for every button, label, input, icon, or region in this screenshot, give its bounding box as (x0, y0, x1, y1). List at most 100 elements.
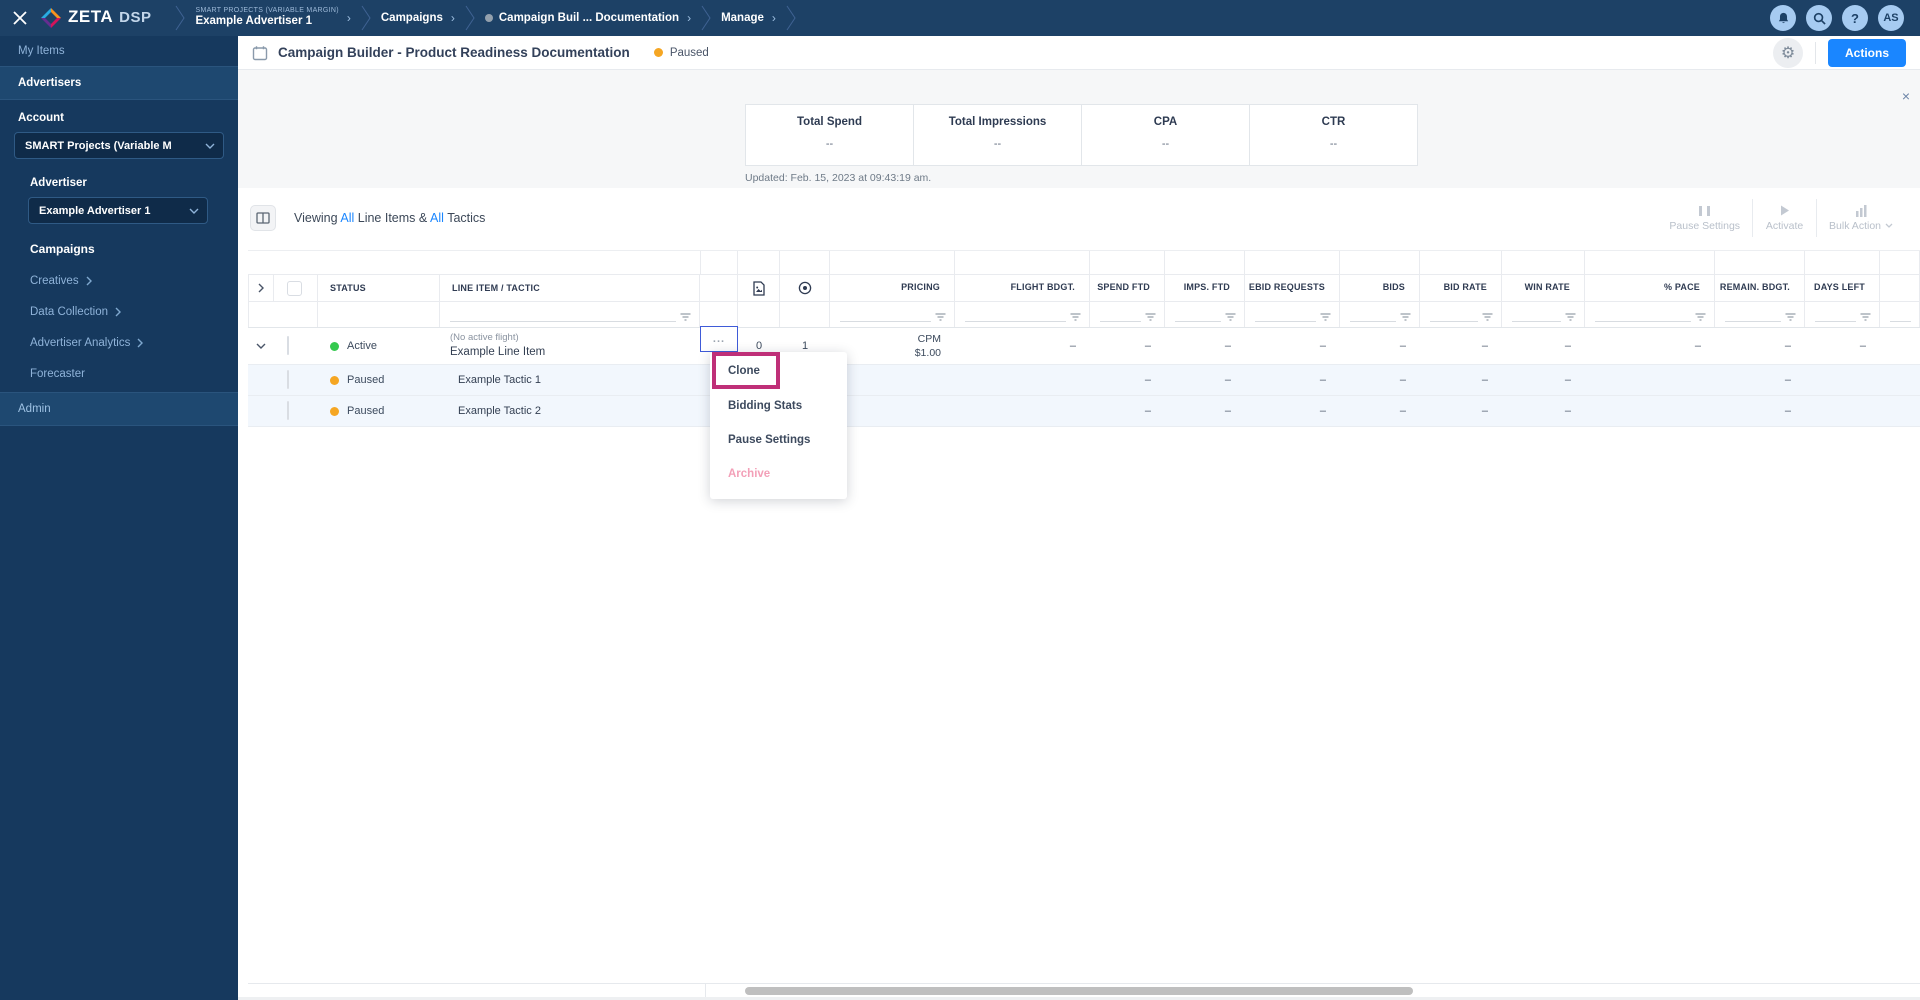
column-header-creatives[interactable] (738, 275, 780, 301)
filter-ebid-requests[interactable] (1245, 302, 1340, 327)
all-tactics-link[interactable]: All (430, 211, 444, 225)
cell-win-rate: – (1564, 340, 1571, 352)
column-header-flight-bdgt[interactable]: FLIGHT BDGT. (955, 275, 1090, 301)
pause-settings-button[interactable]: Pause Settings (1657, 199, 1752, 237)
select-all-header[interactable] (274, 275, 318, 301)
sidebar-item-campaigns[interactable]: Campaigns (0, 232, 238, 265)
advertiser-select[interactable]: Example Advertiser 1 (28, 197, 208, 224)
filter-imps-ftd[interactable] (1165, 302, 1245, 327)
filter-icon (1320, 313, 1331, 321)
help-button[interactable]: ? (1842, 5, 1868, 31)
column-header-remain-bdgt[interactable]: REMAIN. BDGT. (1715, 275, 1805, 301)
select-all-checkbox[interactable] (287, 280, 302, 296)
column-header-targets[interactable] (780, 275, 830, 301)
column-header-imps-ftd[interactable]: IMPS. FTD (1165, 275, 1245, 301)
menu-item-bidding-stats[interactable]: Bidding Stats (710, 389, 847, 423)
bulk-action-button[interactable]: Bulk Action (1816, 199, 1905, 237)
sidebar-item-advertiser-analytics[interactable]: Advertiser Analytics (0, 327, 238, 358)
breadcrumb-account[interactable]: SMART PROJECTS (VARIABLE MARGIN) Example… (195, 7, 350, 28)
table-row-tactic[interactable]: Paused Example Tactic 2 – – – – – – – (248, 396, 1920, 427)
filter-pace[interactable] (1585, 302, 1715, 327)
all-line-items-link[interactable]: All (340, 211, 354, 225)
scrollbar-thumb[interactable] (745, 987, 1413, 995)
clone-highlight-box[interactable]: Clone (712, 352, 780, 389)
zeta-dsp-logo[interactable]: ZETA DSP (40, 7, 151, 29)
cell-win-rate: – (1564, 374, 1571, 386)
column-header-status[interactable]: STATUS (318, 275, 440, 301)
cell-days-left: – (1859, 340, 1866, 352)
avatar-initials: AS (1883, 12, 1899, 24)
table-row-line-item[interactable]: Active (No active flight) Example Line I… (248, 326, 1920, 365)
filter-pricing[interactable] (830, 302, 955, 327)
activate-button[interactable]: Activate (1752, 199, 1816, 237)
viewing-summary: Viewing All Line Items & All Tactics (294, 211, 486, 225)
account-select[interactable]: SMART Projects (Variable M (14, 132, 224, 159)
column-header-pace[interactable]: % PACE (1585, 275, 1715, 301)
menu-item-clone[interactable]: Clone (728, 365, 760, 377)
breadcrumb-manage[interactable]: Manage › (721, 11, 776, 25)
account-select-value: SMART Projects (Variable M (25, 139, 172, 152)
sidebar-item-my-items[interactable]: My Items (0, 36, 238, 66)
status-badge: Paused (318, 405, 440, 417)
filter-bids[interactable] (1340, 302, 1420, 327)
filter-remain-bdgt[interactable] (1715, 302, 1805, 327)
table-spacer-row (248, 250, 1920, 274)
breadcrumb-campaign[interactable]: Campaign Buil ... Documentation › (484, 11, 691, 25)
column-header-days-left[interactable]: DAYS LEFT (1805, 275, 1880, 301)
table-columns-icon (256, 212, 270, 224)
menu-item-archive[interactable]: Archive (710, 457, 847, 491)
row-checkbox[interactable] (287, 401, 289, 420)
column-header-bids[interactable]: BIDS (1340, 275, 1420, 301)
expand-all-header[interactable] (248, 275, 274, 301)
tactic-name[interactable]: Example Tactic 1 (440, 373, 700, 387)
avatar[interactable]: AS (1878, 5, 1904, 31)
sidebar-item-forecaster[interactable]: Forecaster (0, 358, 238, 389)
line-item-name[interactable]: Example Line Item (450, 345, 700, 360)
table-row-tactic[interactable]: Paused Example Tactic 1 – – – – – – – (248, 365, 1920, 396)
breadcrumb-campaigns[interactable]: Campaigns › (381, 11, 455, 25)
filter-extra[interactable] (1880, 302, 1920, 327)
column-header-line-item[interactable]: LINE ITEM / TACTIC (440, 275, 700, 301)
row-menu-button[interactable]: ... (700, 326, 738, 352)
filter-spend-ftd[interactable] (1090, 302, 1165, 327)
filter-bid-rate[interactable] (1420, 302, 1502, 327)
actions-button[interactable]: Actions (1827, 38, 1906, 67)
menu-item-pause-settings[interactable]: Pause Settings (710, 423, 847, 457)
active-status-dot (330, 341, 339, 351)
cell-flight-bdgt: – (1069, 340, 1076, 352)
close-icon[interactable] (0, 11, 40, 25)
column-header-ebid-requests[interactable]: EBID REQUESTS (1245, 275, 1340, 301)
column-header-bid-rate[interactable]: BID RATE (1420, 275, 1502, 301)
brand-dsp: DSP (119, 9, 152, 26)
column-header-extra (1880, 275, 1920, 301)
cell-ebid-requests: – (1319, 374, 1326, 386)
filter-flight-bdgt[interactable] (955, 302, 1090, 327)
breadcrumb-separator-icon (701, 5, 711, 31)
search-button[interactable] (1806, 5, 1832, 31)
tactic-name[interactable]: Example Tactic 2 (440, 404, 700, 418)
bar-chart-icon (1855, 204, 1868, 217)
filter-line-item[interactable] (440, 302, 700, 327)
gear-icon[interactable]: ⚙ (1772, 37, 1803, 68)
row-checkbox[interactable] (287, 370, 289, 389)
filter-icon (1225, 313, 1236, 321)
row-checkbox[interactable] (287, 336, 289, 355)
sidebar-item-admin[interactable]: Admin (0, 392, 238, 426)
collapse-row-button[interactable] (248, 343, 274, 349)
column-header-pricing[interactable]: PRICING (830, 275, 955, 301)
column-header-win-rate[interactable]: WIN RATE (1502, 275, 1585, 301)
cell-creatives-count: 0 (755, 340, 763, 352)
close-summary-icon[interactable]: × (1902, 88, 1910, 104)
column-header-spend-ftd[interactable]: SPEND FTD (1090, 275, 1165, 301)
sidebar-item-data-collection[interactable]: Data Collection (0, 296, 238, 327)
stat-total-spend: Total Spend -- (797, 116, 862, 150)
notifications-button[interactable] (1770, 5, 1796, 31)
filter-icon (1145, 313, 1156, 321)
filter-icon (935, 313, 946, 321)
filter-win-rate[interactable] (1502, 302, 1585, 327)
filter-icon (1860, 313, 1871, 321)
sidebar-item-advertisers[interactable]: Advertisers (0, 66, 238, 100)
sidebar-item-creatives[interactable]: Creatives (0, 265, 238, 296)
filter-days-left[interactable] (1805, 302, 1880, 327)
column-settings-button[interactable] (250, 205, 276, 231)
